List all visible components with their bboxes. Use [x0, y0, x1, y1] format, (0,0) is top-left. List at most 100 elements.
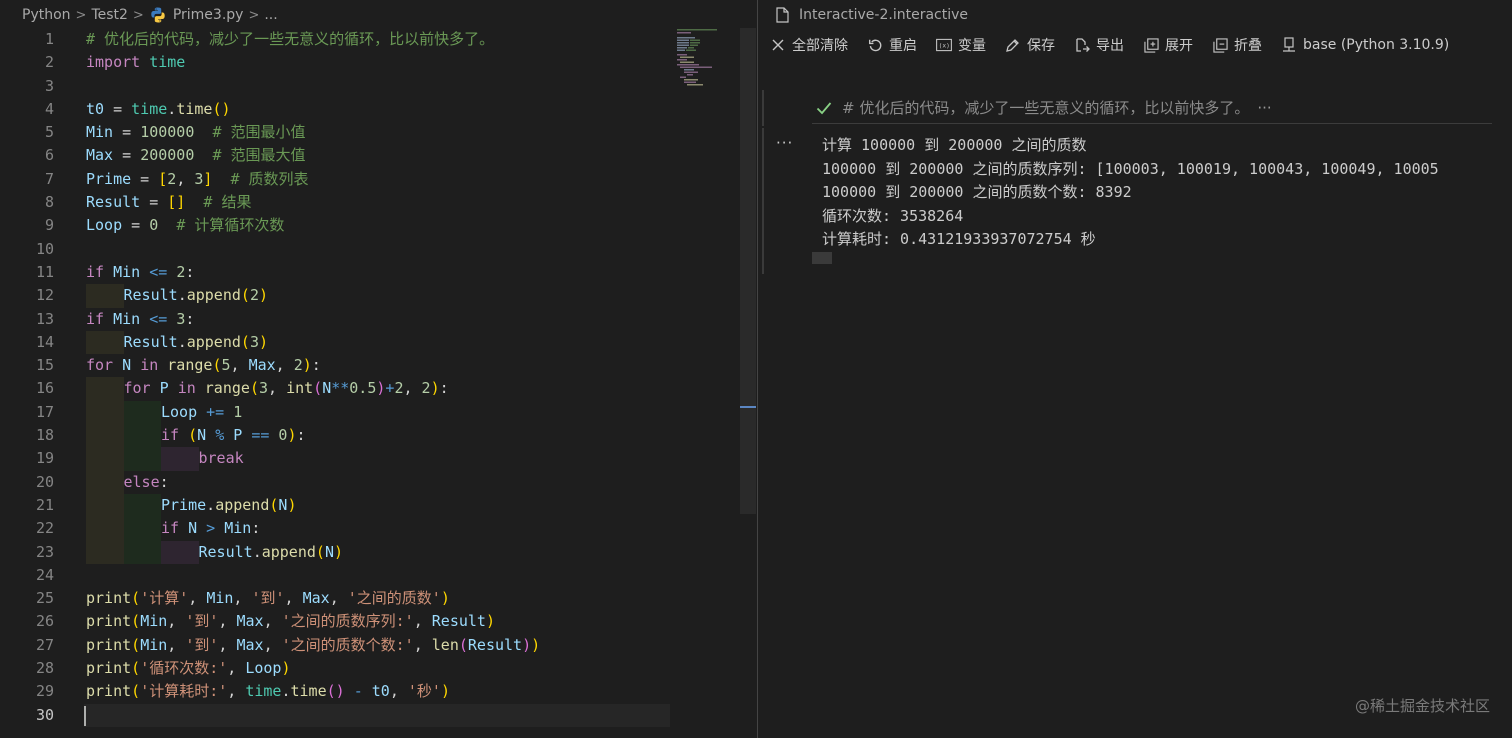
code-line[interactable]: if Min <= 2: — [86, 261, 676, 284]
code-line[interactable]: print('循环次数:', Loop) — [86, 657, 676, 680]
code-line[interactable]: Prime = [2, 3] # 质数列表 — [86, 168, 676, 191]
code-line[interactable]: Loop += 1 — [86, 400, 676, 425]
input-cell-ellipsis[interactable]: ··· — [1257, 99, 1271, 117]
variable: P — [233, 426, 243, 445]
code-line[interactable]: Min = 100000 # 范围最小值 — [86, 121, 676, 144]
line-number: 23 — [35, 542, 54, 561]
code-line[interactable]: Result.append(3) — [86, 330, 676, 355]
restart-label: 重启 — [889, 38, 917, 54]
code-line[interactable] — [86, 75, 676, 98]
variable: Max — [86, 146, 114, 165]
line-number: 24 — [35, 565, 54, 584]
restart-button[interactable]: 重启 — [867, 35, 917, 55]
save-button[interactable]: 保存 — [1005, 35, 1055, 55]
comment: # 范围最小值 — [212, 123, 306, 142]
code-line[interactable]: print('计算耗时:', time.time() - t0, '秒') — [86, 680, 676, 703]
tab-title: Interactive-2.interactive — [799, 7, 968, 23]
code-line[interactable]: Result.append(N) — [86, 540, 676, 564]
code-line[interactable]: print(Min, '到', Max, '之间的质数个数:', len(Res… — [86, 634, 676, 657]
kernel-icon — [1281, 37, 1297, 53]
code-line[interactable]: # 优化后的代码，减少了一些无意义的循环，比以前快多了。 — [86, 28, 676, 51]
keyword: if — [86, 309, 105, 328]
comment: # 计算循环次数 — [176, 216, 285, 235]
minimap[interactable] — [675, 28, 735, 88]
function-name: print — [86, 589, 132, 608]
variable: Prime — [161, 495, 207, 514]
breadcrumb-item-test2[interactable]: Test2 — [91, 7, 127, 23]
code-line[interactable] — [86, 564, 676, 587]
breadcrumb-item-python[interactable]: Python — [22, 7, 71, 23]
code-line[interactable] — [86, 238, 676, 261]
string: '到' — [251, 589, 285, 608]
expand-label: 展开 — [1165, 38, 1193, 54]
expand-button[interactable]: 展开 — [1143, 35, 1193, 55]
vertical-scrollbar[interactable] — [740, 28, 756, 514]
string: '到' — [185, 635, 219, 654]
code-line[interactable]: Prime.append(N) — [86, 493, 676, 518]
code-line[interactable]: Loop = 0 # 计算循环次数 — [86, 214, 676, 237]
code-line[interactable]: if Min <= 3: — [86, 308, 676, 331]
variable: Result — [431, 612, 486, 631]
keyword: for — [86, 356, 114, 375]
code-line[interactable]: t0 = time.time() — [86, 98, 676, 121]
code-line[interactable]: import time — [86, 51, 676, 74]
variable: Result — [123, 286, 178, 305]
line-number: 22 — [35, 519, 54, 538]
breadcrumb: Python > Test2 > Prime3.py > ... — [0, 0, 757, 30]
keyword: for — [123, 379, 151, 398]
code-line[interactable]: for N in range(5, Max, 2): — [86, 354, 676, 377]
code-editor[interactable]: Python > Test2 > Prime3.py > ... 1234567… — [0, 0, 757, 738]
line-number: 20 — [35, 472, 54, 491]
number: 3 — [249, 332, 259, 351]
clear-all-button[interactable]: 全部清除 — [770, 35, 848, 55]
variable: P — [159, 379, 169, 398]
variables-icon: (x) — [936, 37, 952, 53]
text-cursor — [84, 705, 86, 726]
keyword: if — [161, 519, 180, 538]
number: 2 — [394, 379, 404, 398]
input-cell-collapsed[interactable]: # 优化后的代码，减少了一些无意义的循环，比以前快多了。 ··· — [812, 92, 1492, 124]
code-line[interactable]: else: — [86, 470, 676, 494]
variable: Loop — [86, 216, 123, 235]
variables-button[interactable]: (x) 变量 — [936, 35, 986, 55]
code-line[interactable]: for P in range(3, int(N**0.5)+2, 2): — [86, 377, 676, 401]
line-number: 12 — [35, 286, 54, 305]
kernel-label: base (Python 3.10.9) — [1303, 37, 1450, 53]
breadcrumb-separator: > — [248, 7, 260, 23]
function-name: print — [86, 659, 132, 678]
output-more-button[interactable]: ··· — [776, 134, 793, 152]
variable: Min — [140, 635, 168, 654]
number: 2 — [249, 286, 259, 305]
clear-all-label: 全部清除 — [792, 38, 848, 54]
function-name: print — [86, 682, 132, 701]
variable: Result — [86, 193, 141, 212]
variable: Result — [467, 635, 523, 654]
breadcrumb-item-file[interactable]: Prime3.py — [173, 7, 244, 23]
line-number: 15 — [35, 356, 54, 375]
code-line[interactable]: Result = [] # 结果 — [86, 191, 676, 214]
variable: Min — [86, 123, 114, 142]
export-button[interactable]: 导出 — [1074, 35, 1124, 55]
code-line[interactable]: print(Min, '到', Max, '之间的质数序列:', Result) — [86, 610, 676, 633]
code-line[interactable]: break — [86, 447, 676, 471]
cell-focus-bar — [762, 90, 764, 126]
code-line[interactable]: Result.append(2) — [86, 284, 676, 308]
code-line[interactable]: print('计算', Min, '到', Max, '之间的质数') — [86, 587, 676, 610]
line-number: 18 — [35, 426, 54, 445]
variable: Min — [113, 309, 141, 328]
function-name: print — [86, 612, 132, 631]
code-line[interactable]: if N > Min: — [86, 517, 676, 541]
interactive-tab[interactable]: Interactive-2.interactive — [776, 0, 968, 30]
code-line[interactable]: Max = 200000 # 范围最大值 — [86, 144, 676, 167]
code-area[interactable]: # 优化后的代码，减少了一些无意义的循环，比以前快多了。 import time… — [84, 28, 676, 727]
number: 3 — [176, 309, 186, 328]
code-line[interactable]: if (N % P == 0): — [86, 424, 676, 448]
code-line-current[interactable] — [84, 703, 670, 727]
keyword: in — [177, 379, 196, 398]
kernel-picker[interactable]: base (Python 3.10.9) — [1281, 37, 1449, 53]
keyword: import — [86, 53, 141, 72]
collapse-button[interactable]: 折叠 — [1212, 35, 1262, 55]
line-number: 6 — [44, 146, 54, 165]
string: '之间的质数' — [347, 589, 441, 608]
breadcrumb-item-more[interactable]: ... — [264, 7, 277, 23]
